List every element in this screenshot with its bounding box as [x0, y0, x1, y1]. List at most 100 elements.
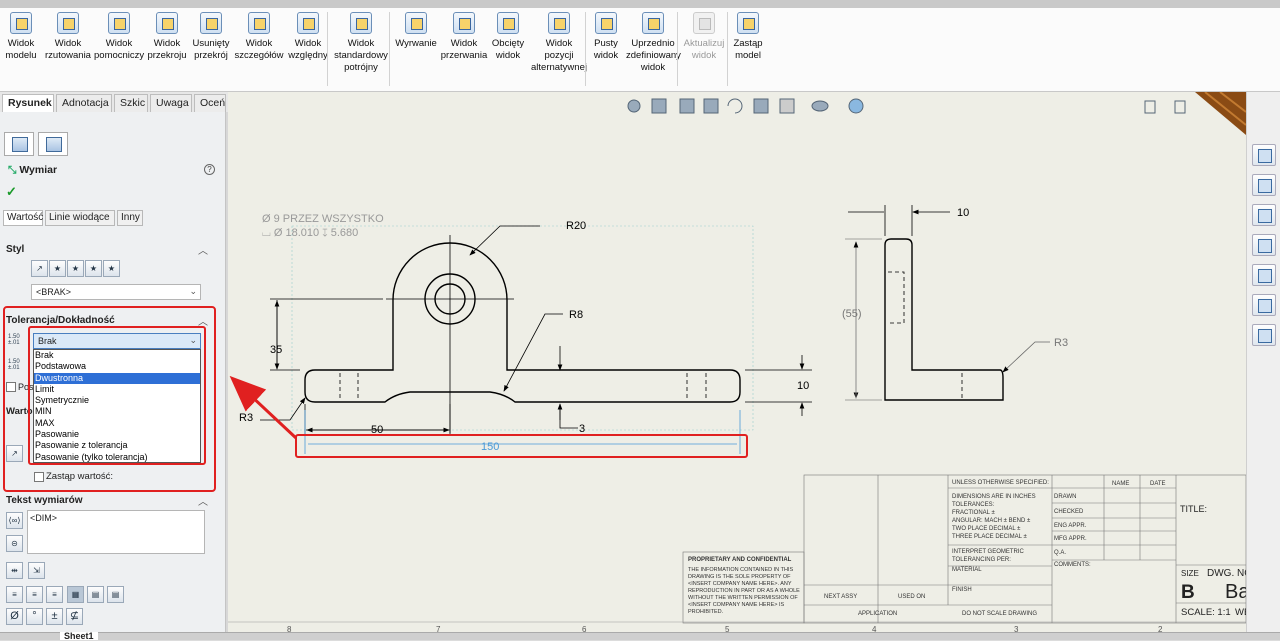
standard-3-view-icon [350, 12, 372, 34]
tb-prop-line: WITHOUT THE WRITTEN PERMISSION OF [688, 595, 798, 601]
zone-label: 3 [1014, 625, 1019, 632]
hide-show-icon[interactable] [779, 98, 795, 114]
custom-properties-icon[interactable] [1252, 294, 1276, 316]
config-manager-tab[interactable] [38, 132, 68, 156]
hole-note-line1[interactable]: Ø 9 PRZEZ WSZYSTKO [262, 213, 384, 225]
leader-text-icon[interactable]: ⇲ [28, 562, 45, 579]
ribbon-label: zdefiniowany [626, 50, 681, 61]
save-style-icon[interactable]: ★ [85, 260, 102, 277]
align-right-icon[interactable]: ≡ [46, 586, 63, 603]
crop-view-button[interactable]: Obcięty widok [488, 10, 528, 62]
zoom-selection-icon[interactable] [679, 98, 695, 114]
sketch-icon[interactable] [703, 98, 719, 114]
sheet-corner [1195, 92, 1246, 135]
projected-view-button[interactable]: Widok rzutowania [44, 10, 92, 62]
appearances-icon[interactable] [1252, 264, 1276, 286]
forum-icon[interactable] [1252, 324, 1276, 346]
justify-icon[interactable]: ⇹ [6, 562, 23, 579]
drawing-canvas[interactable]: Ø 9 PRZEZ WSZYSTKO ⌴ Ø 18.010 ↧ 5.680 R2… [228, 92, 1246, 632]
file-explorer-icon[interactable] [1252, 204, 1276, 226]
delete-style-icon[interactable]: ★ [67, 260, 84, 277]
symbol-button[interactable]: ° [26, 608, 43, 625]
tb-dims4: ANGULAR: MACH ± BEND ± [952, 518, 1031, 524]
zoom-fit-icon[interactable] [627, 99, 641, 113]
broken-view-button[interactable]: Widok przerwania [440, 10, 488, 62]
dim-55[interactable]: (55) [842, 308, 862, 320]
tab-oceń[interactable]: Oceń [194, 94, 226, 112]
style-select[interactable]: <BRAK> ⌄ [31, 284, 201, 300]
subtab-0[interactable]: Wartość [3, 210, 43, 226]
view-palette-icon[interactable] [1144, 100, 1156, 114]
update-view-icon [693, 12, 715, 34]
dim-text-add-icon[interactable]: ⟨∞⟩ [6, 512, 23, 529]
dim-R3-right[interactable]: R3 [1054, 337, 1068, 349]
dim-R20[interactable]: R20 [566, 220, 586, 232]
stack-format-icon[interactable]: ▤ [87, 586, 104, 603]
collapse-chevron-icon[interactable]: ︿ [198, 493, 208, 508]
ribbon-label: potrójny [344, 62, 378, 73]
model-view-button[interactable]: Widok modelu [0, 10, 42, 62]
load-style-icon[interactable]: ★ [103, 260, 120, 277]
add-style-icon[interactable]: ★ [49, 260, 66, 277]
display-style-icon[interactable] [753, 98, 769, 114]
align-left-icon[interactable]: ≡ [6, 586, 23, 603]
dim-35[interactable]: 35 [270, 344, 282, 356]
help-icon[interactable]: ? [204, 164, 215, 175]
detail-view-button[interactable]: Widok szczegółów [234, 10, 284, 62]
removed-section-button[interactable]: Usunięty przekrój [188, 10, 234, 62]
home-icon[interactable] [1252, 144, 1276, 166]
empty-view-button[interactable]: Pusty widok [588, 10, 624, 62]
update-view-button[interactable]: Aktualizuj widok [680, 10, 728, 62]
dim-10-top[interactable]: 10 [957, 207, 969, 219]
relative-view-button[interactable]: Widok względny [284, 10, 332, 62]
section-view-button[interactable]: Widok przekroju [146, 10, 188, 62]
ribbon-label: szczegółów [234, 50, 284, 61]
design-library-icon[interactable] [1252, 174, 1276, 196]
symbol-button[interactable]: ⊈ [66, 608, 83, 625]
tab-uwaga[interactable]: Uwaga [150, 94, 192, 112]
subtab-2[interactable]: Inny [117, 210, 143, 226]
appearance-icon[interactable] [811, 100, 829, 112]
standard-3-view-button[interactable]: Widok standardowy potrójny [332, 10, 390, 74]
break-out-button[interactable]: Wyrwanie [392, 10, 440, 50]
scene-icon[interactable] [848, 98, 864, 114]
ribbon-label: widok [691, 50, 717, 61]
section-view-icon [156, 12, 178, 34]
zone-label: 4 [872, 625, 877, 632]
sheet-tab[interactable]: Sheet1 [60, 632, 98, 641]
view-palette-icon[interactable] [1252, 234, 1276, 256]
dim-R8[interactable]: R8 [569, 309, 583, 321]
tab-adnotacja[interactable]: Adnotacja [56, 94, 112, 112]
tab-rysunek[interactable]: Rysunek [2, 94, 54, 112]
dim-text-clear-icon[interactable]: ⊝ [6, 535, 23, 552]
zoom-area-icon[interactable] [651, 98, 667, 114]
predefined-view-button[interactable]: Uprzednio zdefiniowany widok [626, 10, 681, 74]
apply-style-icon[interactable]: ↗ [31, 260, 48, 277]
tolerance-format-icon[interactable]: ▦ [67, 586, 84, 603]
ribbon-label: Zastąp [733, 38, 763, 49]
property-manager-tab[interactable] [4, 132, 34, 156]
ribbon-label: przekrój [194, 50, 228, 61]
symbol-button[interactable]: Ø [6, 608, 23, 625]
zone-label: 8 [287, 625, 292, 632]
stack-format2-icon[interactable]: ▤ [107, 586, 124, 603]
auxiliary-view-button[interactable]: Widok pomocniczy [94, 10, 144, 62]
tb-drawn: DRAWN [1054, 494, 1076, 500]
dim-10-vertical[interactable]: 10 [797, 380, 809, 392]
rotate-icon[interactable] [727, 98, 743, 114]
ok-check-icon[interactable]: ✓ [6, 184, 17, 200]
symbol-button[interactable]: ± [46, 608, 63, 625]
dim-R3-left[interactable]: R3 [239, 412, 253, 424]
view-palette2-icon[interactable] [1174, 100, 1186, 114]
subtab-1[interactable]: Linie wiodące [45, 210, 115, 226]
heads-up-toolbar [627, 98, 1186, 114]
dim-text-area[interactable]: <DIM> [27, 510, 205, 554]
hole-note-line2[interactable]: ⌴ Ø 18.010 ↧ 5.680 [262, 227, 358, 239]
ribbon-label: Widok [347, 38, 375, 49]
replace-model-button[interactable]: Zastąp model [730, 10, 766, 62]
alternate-position-button[interactable]: Widok pozycji alternatywnej [528, 10, 590, 74]
collapse-chevron-icon[interactable]: ︿ [198, 242, 208, 257]
tab-szkic[interactable]: Szkic [114, 94, 148, 112]
ribbon-label: Widok [7, 38, 35, 49]
align-center-icon[interactable]: ≡ [26, 586, 43, 603]
